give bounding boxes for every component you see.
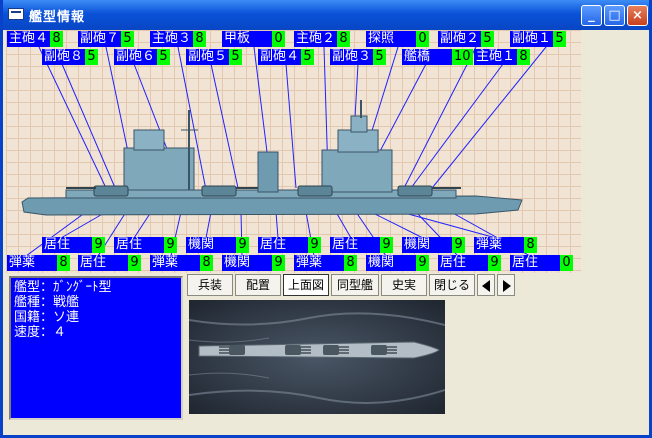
close-button[interactable]: × <box>627 5 648 26</box>
info-nation: 国籍：ソ連 <box>14 310 80 325</box>
prev-arrow-icon[interactable] <box>477 274 495 296</box>
slot-label[interactable]: 副砲１ 5 <box>510 31 567 47</box>
window-icon <box>8 8 24 20</box>
ship-info-window: 艦型情報 _ □ × 主砲４ 8 副砲７ 5 主砲３ 8 甲板 0 主砲２ 8 … <box>0 0 652 438</box>
slot-label[interactable]: 弾薬 8 <box>150 255 213 271</box>
battleship-silhouette <box>21 100 523 216</box>
slot-label[interactable]: 副砲３ 5 <box>330 49 387 65</box>
tab-armament[interactable]: 兵装 <box>187 274 233 296</box>
tab-sister-ships[interactable]: 同型艦 <box>331 274 379 296</box>
tab-layout[interactable]: 配置 <box>235 274 281 296</box>
tab-history[interactable]: 史実 <box>381 274 427 296</box>
slot-label[interactable]: 機関 9 <box>186 237 249 253</box>
slot-label[interactable]: 居住 9 <box>42 237 105 253</box>
title-bar[interactable]: 艦型情報 _ □ × <box>3 0 649 30</box>
slot-label[interactable]: 弾薬 8 <box>474 237 537 253</box>
slot-label[interactable]: 弾薬 8 <box>294 255 357 271</box>
slot-label[interactable]: 居住 9 <box>78 255 141 271</box>
slot-label[interactable]: 居住 0 <box>510 255 573 271</box>
slot-label[interactable]: 副砲７ 5 <box>78 31 135 47</box>
slot-label[interactable]: 居住 9 <box>438 255 501 271</box>
tab-top-view[interactable]: 上面図 <box>283 274 329 296</box>
slot-label[interactable]: 探照 0 <box>366 31 429 47</box>
info-type: 艦種：戦艦 <box>14 295 80 310</box>
slot-label[interactable]: 副砲４ 5 <box>258 49 315 65</box>
slot-label[interactable]: 居住 9 <box>114 237 177 253</box>
slot-label[interactable]: 副砲２ 5 <box>438 31 495 47</box>
slot-label[interactable]: 機関 9 <box>222 255 285 271</box>
maximize-button[interactable]: □ <box>604 5 625 26</box>
minimize-button[interactable]: _ <box>581 5 602 26</box>
slot-label[interactable]: 副砲６ 5 <box>114 49 171 65</box>
slot-label[interactable]: 居住 9 <box>258 237 321 253</box>
ship-top-view <box>189 300 445 414</box>
ship-profile-view: 主砲４ 8 副砲７ 5 主砲３ 8 甲板 0 主砲２ 8 探照 0 副砲２ 5 副砲１ 5 副砲… <box>6 30 581 273</box>
window-title: 艦型情報 <box>29 10 86 25</box>
next-arrow-icon[interactable] <box>497 274 515 296</box>
slot-label[interactable]: 主砲２ 8 <box>294 31 351 47</box>
slot-label[interactable]: 機関 9 <box>402 237 465 253</box>
tab-close[interactable]: 閉じる <box>429 274 475 296</box>
slot-label[interactable]: 副砲８ 5 <box>42 49 99 65</box>
ship-info-panel: 艦型：ｶﾞﾝｸﾞｰﾄ型 艦種：戦艦 国籍：ソ連 速度：４ <box>9 276 183 420</box>
top-view-image <box>189 300 445 414</box>
slot-label[interactable]: 弾薬 8 <box>7 255 70 271</box>
slot-label[interactable]: 機関 9 <box>366 255 429 271</box>
slot-label[interactable]: 主砲３ 8 <box>150 31 207 47</box>
slot-label[interactable]: 居住 9 <box>330 237 393 253</box>
slot-label[interactable]: 甲板 0 <box>222 31 285 47</box>
info-class: 艦型：ｶﾞﾝｸﾞｰﾄ型 <box>14 280 112 295</box>
slot-label[interactable]: 主砲１ 8 <box>474 49 531 65</box>
slot-label[interactable]: 艦橋 10 <box>402 49 473 65</box>
slot-label[interactable]: 主砲４ 8 <box>7 31 64 47</box>
info-speed: 速度：４ <box>14 325 67 340</box>
slot-label[interactable]: 副砲５ 5 <box>186 49 243 65</box>
